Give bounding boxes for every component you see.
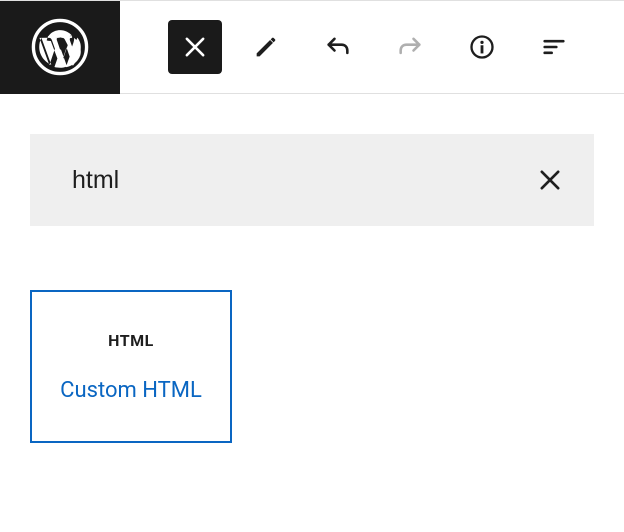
list-view-button[interactable] (526, 19, 582, 75)
block-search[interactable] (30, 134, 594, 226)
block-results: HTML Custom HTML (30, 226, 594, 443)
info-button[interactable] (454, 19, 510, 75)
block-title: Custom HTML (60, 378, 202, 403)
edit-button[interactable] (238, 19, 294, 75)
redo-button[interactable] (382, 19, 438, 75)
html-icon: HTML (108, 331, 154, 350)
close-icon (181, 33, 209, 61)
clear-search-icon[interactable] (536, 166, 564, 194)
list-icon (540, 33, 568, 61)
undo-button[interactable] (310, 19, 366, 75)
block-inserter-panel: HTML Custom HTML (0, 94, 624, 463)
wordpress-logo[interactable] (0, 1, 120, 94)
block-item-custom-html[interactable]: HTML Custom HTML (30, 290, 232, 443)
close-inserter-button[interactable] (168, 20, 222, 74)
editor-toolbar (0, 1, 624, 94)
undo-icon (324, 33, 352, 61)
redo-icon (396, 33, 424, 61)
block-search-input[interactable] (72, 166, 536, 195)
info-icon (468, 33, 496, 61)
pencil-icon (252, 33, 280, 61)
